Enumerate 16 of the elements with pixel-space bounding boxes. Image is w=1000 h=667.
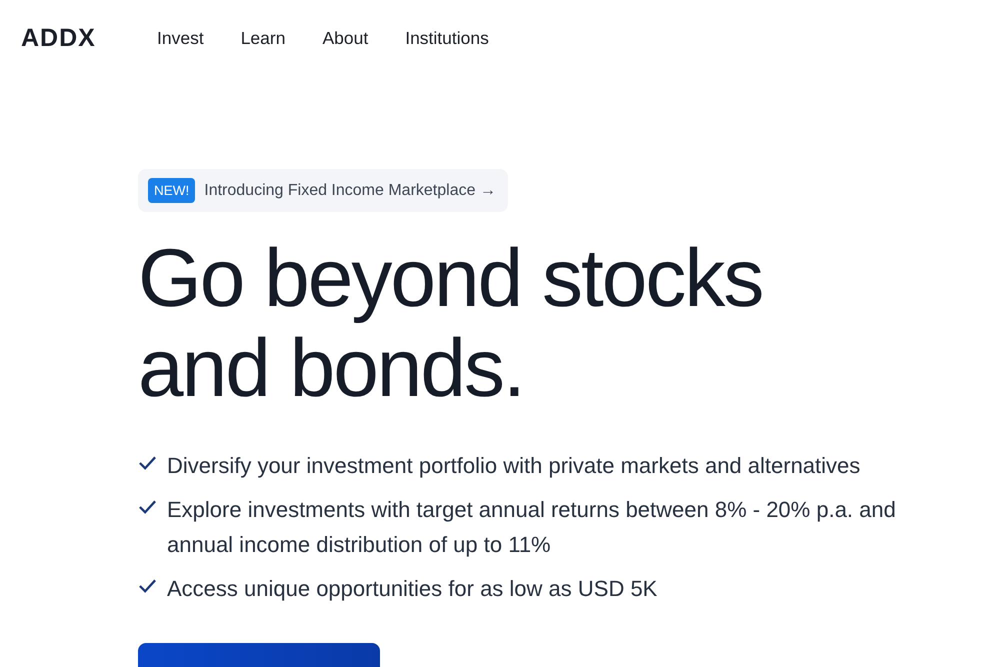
nav-link[interactable]: Institutions: [405, 28, 489, 48]
logo[interactable]: ADDX: [21, 24, 100, 52]
headline: and bonds.: [138, 324, 524, 414]
check-icon: [138, 455, 157, 471]
nav-link[interactable]: About: [322, 28, 368, 48]
new-badge: NEW!: [148, 178, 196, 203]
check-icon: [138, 499, 157, 515]
announcement-text: Introducing Fixed Income Marketplace →: [204, 182, 496, 200]
feature-text: Diversify your investment portfolio with private markets and alternatives: [167, 452, 860, 480]
nav-link[interactable]: Invest: [157, 28, 204, 48]
headline: Go beyond stocks: [138, 234, 762, 324]
announcement-link[interactable]: NEW! Introducing Fixed Income Marketplace →: [138, 169, 508, 212]
nav-link[interactable]: Learn: [240, 28, 286, 48]
check-icon: [138, 578, 157, 594]
feature-text: Access unique opportunities for as low as USD 5K: [167, 575, 658, 603]
feature-text: Explore investments with target annual returns between 8% - 20% p.a. and annual income distribution of up to 11%: [167, 496, 897, 559]
